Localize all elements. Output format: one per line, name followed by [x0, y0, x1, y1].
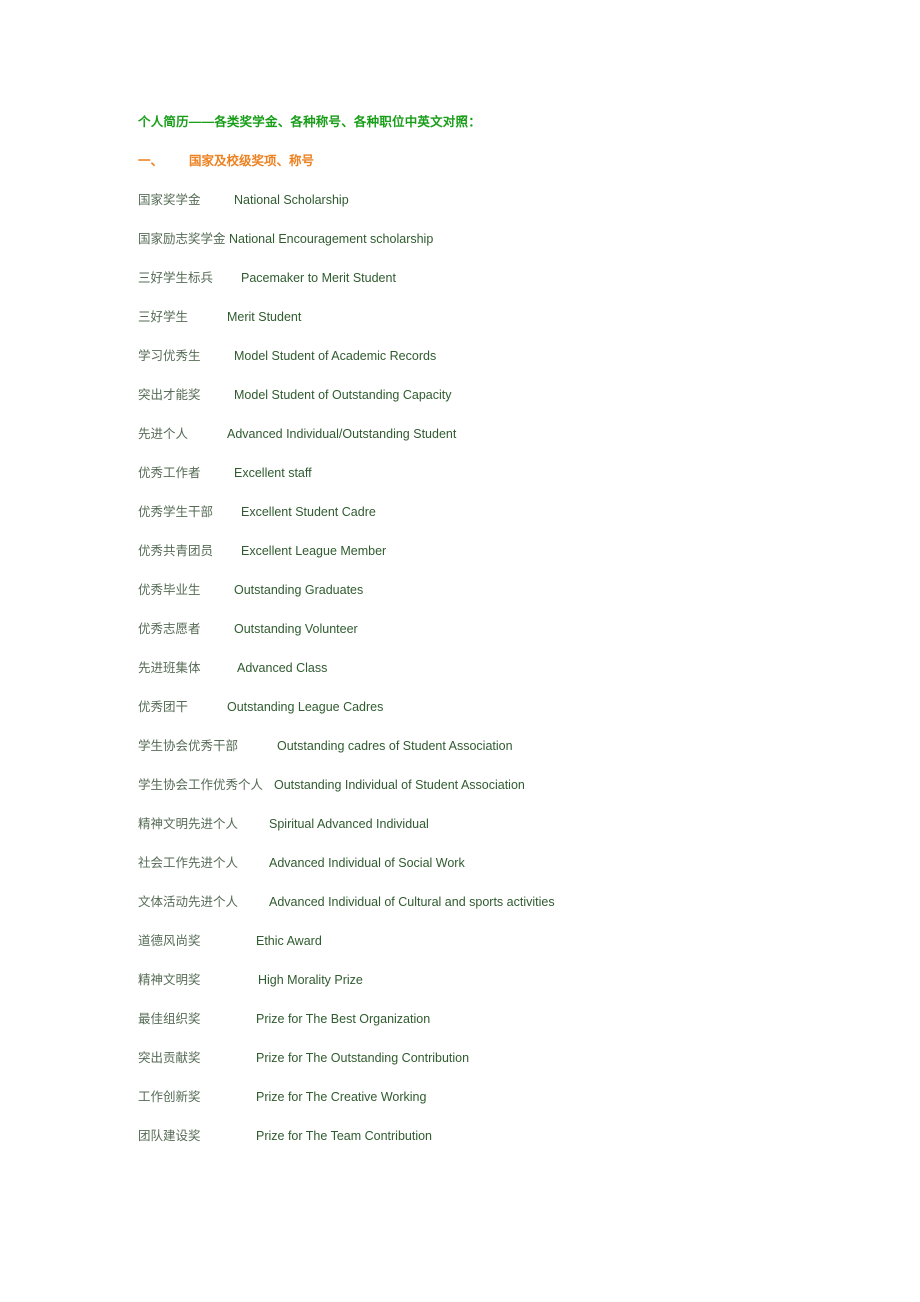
award-name-chinese: 最佳组织奖 — [138, 1011, 201, 1026]
award-name-chinese: 优秀工作者 — [138, 465, 201, 480]
award-entry-row: 优秀团干 Outstanding League Cadres — [138, 697, 838, 736]
award-name-chinese: 优秀志愿者 — [138, 621, 201, 636]
award-entry-row: 优秀工作者 Excellent staff — [138, 463, 838, 502]
award-entry-row: 精神文明奖 High Morality Prize — [138, 970, 838, 1009]
award-entry-row: 优秀毕业生 Outstanding Graduates — [138, 580, 838, 619]
award-entry-row: 突出贡献奖 Prize for The Outstanding Contribut… — [138, 1048, 838, 1087]
award-name-chinese: 学习优秀生 — [138, 348, 201, 363]
award-entry-row: 优秀学生干部 Excellent Student Cadre — [138, 502, 838, 541]
award-name-chinese: 道德风尚奖 — [138, 933, 201, 948]
award-name-english: Advanced Individual of Cultural and spor… — [269, 895, 555, 909]
award-entry-row: 先进班集体 Advanced Class — [138, 658, 838, 697]
award-name-english: Merit Student — [227, 310, 302, 324]
award-name-chinese: 工作创新奖 — [138, 1089, 201, 1104]
award-name-english: Excellent Student Cadre — [241, 505, 376, 519]
award-name-chinese: 国家奖学金 — [138, 192, 201, 207]
award-name-chinese: 精神文明先进个人 — [138, 816, 239, 831]
section-heading: 一、 国家及校级奖项、称号 — [138, 151, 838, 171]
award-entry-row: 学生协会优秀干部 Outstanding cadres of Student As… — [138, 736, 838, 775]
award-name-chinese: 三好学生标兵 — [138, 270, 214, 285]
award-name-english: Advanced Individual/Outstanding Student — [227, 427, 457, 441]
award-name-english: Excellent League Member — [241, 544, 387, 558]
award-name-english: National Scholarship — [234, 193, 349, 207]
award-name-chinese: 三好学生 — [138, 309, 189, 324]
award-name-chinese: 学生协会工作优秀个人 — [138, 777, 264, 792]
award-name-english: High Morality Prize — [258, 973, 363, 987]
award-name-english: Outstanding cadres of Student Associatio… — [277, 739, 513, 753]
award-entry-row: 国家奖学金 National Scholarship — [138, 190, 838, 229]
award-entry-row: 文体活动先进个人 Advanced Individual of Cultural … — [138, 892, 838, 931]
award-name-english: Prize for The Creative Working — [256, 1090, 427, 1104]
award-name-chinese: 优秀共青团员 — [138, 543, 214, 558]
award-entry-row: 学习优秀生 Model Student of Academic Records — [138, 346, 838, 385]
award-name-english: Outstanding Graduates — [234, 583, 364, 597]
award-entry-row: 工作创新奖 Prize for The Creative Working — [138, 1087, 838, 1126]
award-entry-row: 学生协会工作优秀个人 Outstanding Individual of Stud… — [138, 775, 838, 814]
award-entry-row: 优秀共青团员 Excellent League Member — [138, 541, 838, 580]
award-name-english: Outstanding Individual of Student Associ… — [274, 778, 525, 792]
award-entry-row: 先进个人 Advanced Individual/Outstanding Stud… — [138, 424, 838, 463]
award-entry-row: 道德风尚奖 Ethic Award — [138, 931, 838, 970]
award-name-chinese: 先进班集体 — [138, 660, 201, 675]
award-name-chinese: 团队建设奖 — [138, 1128, 201, 1143]
award-name-chinese: 文体活动先进个人 — [138, 894, 239, 909]
award-name-chinese: 优秀学生干部 — [138, 504, 214, 519]
award-name-english: Advanced Class — [237, 661, 328, 675]
document-page: 个人简历——各类奖学金、各种称号、各种职位中英文对照： 一、 国家及校级奖项、称号… — [0, 0, 920, 1302]
award-entry-row: 突出才能奖 Model Student of Outstanding Capaci… — [138, 385, 838, 424]
document-content: 个人简历——各类奖学金、各种称号、各种职位中英文对照： 一、 国家及校级奖项、称号… — [138, 112, 838, 1165]
award-entry-list: 国家奖学金 National Scholarship 国家励志奖学金 National… — [138, 190, 838, 1165]
award-entry-row: 精神文明先进个人 Spiritual Advanced Individual — [138, 814, 838, 853]
award-name-chinese: 突出贡献奖 — [138, 1050, 201, 1065]
award-name-english: Advanced Individual of Social Work — [269, 856, 465, 870]
award-name-chinese: 优秀团干 — [138, 699, 189, 714]
page-title: 个人简历——各类奖学金、各种称号、各种职位中英文对照： — [138, 115, 481, 129]
section-heading-label: 国家及校级奖项、称号 — [189, 154, 315, 168]
award-entry-row: 三好学生 Merit Student — [138, 307, 838, 346]
award-name-chinese: 社会工作先进个人 — [138, 855, 239, 870]
award-name-english: Pacemaker to Merit Student — [241, 271, 396, 285]
award-name-english: Excellent staff — [234, 466, 312, 480]
award-name-english: Ethic Award — [256, 934, 322, 948]
award-name-chinese: 国家励志奖学金 — [138, 231, 226, 246]
award-entry-row: 国家励志奖学金 National Encouragement scholarshi… — [138, 229, 838, 268]
award-name-chinese: 学生协会优秀干部 — [138, 738, 239, 753]
award-name-english: Prize for The Best Organization — [256, 1012, 431, 1026]
award-entry-row: 团队建设奖 Prize for The Team Contribution — [138, 1126, 838, 1165]
award-name-chinese: 突出才能奖 — [138, 387, 201, 402]
section-number: 一、 — [138, 154, 164, 168]
award-name-english: Model Student of Outstanding Capacity — [234, 388, 452, 402]
award-entry-row: 社会工作先进个人 Advanced Individual of Social Wo… — [138, 853, 838, 892]
award-name-english: Prize for The Outstanding Contribution — [256, 1051, 470, 1065]
award-name-english: Model Student of Academic Records — [234, 349, 437, 363]
award-name-english: Outstanding Volunteer — [234, 622, 358, 636]
award-entry-row: 优秀志愿者 Outstanding Volunteer — [138, 619, 838, 658]
award-name-chinese: 精神文明奖 — [138, 972, 201, 987]
award-name-chinese: 优秀毕业生 — [138, 582, 201, 597]
award-name-english: Outstanding League Cadres — [227, 700, 384, 714]
award-name-english: National Encouragement scholarship — [229, 232, 434, 246]
award-name-chinese: 先进个人 — [138, 426, 189, 441]
award-entry-row: 最佳组织奖 Prize for The Best Organization — [138, 1009, 838, 1048]
award-entry-row: 三好学生标兵 Pacemaker to Merit Student — [138, 268, 838, 307]
award-name-english: Prize for The Team Contribution — [256, 1129, 433, 1143]
award-name-english: Spiritual Advanced Individual — [269, 817, 429, 831]
